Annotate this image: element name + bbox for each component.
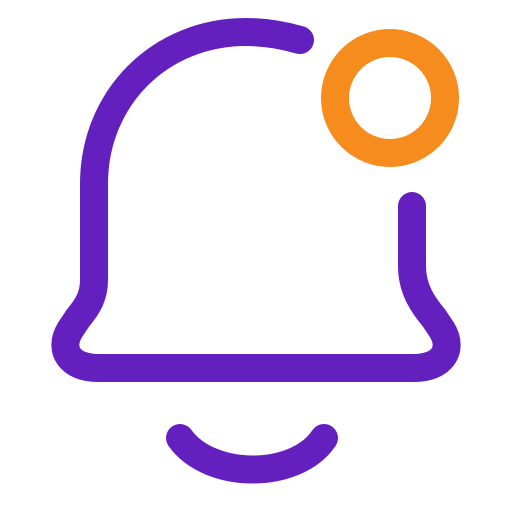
notification-dot [321, 29, 459, 167]
icon-canvas [0, 0, 512, 512]
bell-body [51, 18, 461, 382]
notification-bell-icon [51, 18, 461, 484]
bell-clapper [166, 424, 338, 484]
